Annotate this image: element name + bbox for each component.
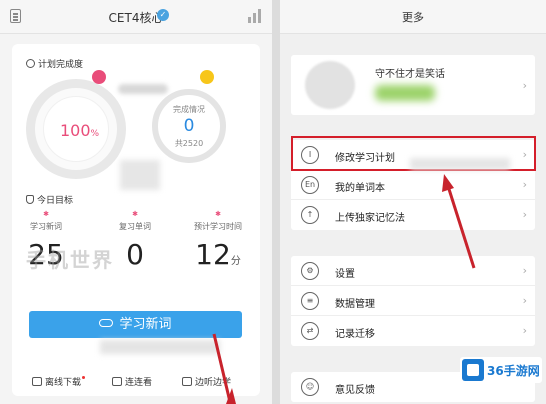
listen-learn-link[interactable]: 边听边学 [182, 375, 231, 388]
menu-group-settings: ⚙ 设置 › ≡ 数据管理 › ⇄ 记录迁移 › [291, 256, 535, 346]
verified-icon: ✓ [157, 9, 169, 21]
chevron-right-icon: › [522, 264, 527, 277]
completion-label: 完成情况 [173, 105, 205, 114]
book-title[interactable]: CET4核心 [0, 9, 272, 26]
blurred-area [120, 160, 160, 190]
completion-value: 0 [183, 116, 195, 136]
profile-card[interactable]: 守不住才是笑话 › [291, 55, 535, 115]
blurred-area [410, 158, 510, 170]
completion-marker [200, 70, 214, 84]
today-goal-label: 今日目标 [26, 193, 73, 206]
chevron-right-icon: › [522, 294, 527, 307]
menu-item-settings[interactable]: ⚙ 设置 › [291, 256, 535, 286]
offline-download-link[interactable]: 离线下载 [32, 375, 86, 388]
chevron-right-icon: › [522, 79, 527, 92]
learn-new-words-button[interactable]: 学习新词 [29, 311, 242, 338]
upload-icon: ↑ [301, 206, 319, 224]
wordbook-icon: En [301, 176, 319, 194]
plan-progress-label: 计划完成度 [26, 57, 83, 70]
statistics-icon[interactable] [248, 9, 262, 23]
page-title: 更多 [402, 11, 424, 24]
settings-icon: ⚙ [301, 262, 319, 280]
plan-percent: 100% [60, 121, 100, 140]
infinity-icon [99, 319, 114, 327]
headphones-icon [182, 377, 192, 386]
feedback-icon: ☺ [301, 378, 319, 396]
pie-icon [26, 59, 35, 68]
top-bar: CET4核心 ✓ [0, 0, 272, 34]
study-screen: CET4核心 ✓ 计划完成度 100% 完成情况 0 共2520 今日目标 ✱ … [0, 0, 272, 404]
top-bar: 更多 [280, 0, 546, 34]
target-icon [26, 195, 34, 204]
chevron-right-icon: › [522, 208, 527, 221]
more-screen: 更多 守不住才是笑话 › Ⅰ 修改学习计划 › En 我的单词本 › ↑ 上传独… [280, 0, 546, 404]
menu-item-upload-mnemonic[interactable]: ↑ 上传独家记忆法 › [291, 200, 535, 230]
user-motto: 守不住才是笑话 [375, 69, 445, 80]
progress-marker [92, 70, 106, 84]
chevron-right-icon: › [522, 178, 527, 191]
blurred-area [100, 340, 220, 354]
match-game-link[interactable]: 连连看 [112, 375, 152, 388]
data-icon: ≡ [301, 292, 319, 310]
watermark: 手机世界 [26, 248, 114, 272]
completion-total: 共2520 [174, 139, 204, 148]
menu-item-wordbook[interactable]: En 我的单词本 › [291, 170, 535, 200]
avatar [305, 61, 355, 109]
stat-study-time: ✱ 预计学习时间 12分 [194, 210, 242, 271]
menu-item-data-management[interactable]: ≡ 数据管理 › [291, 286, 535, 316]
blurred-area [118, 84, 168, 94]
chevron-right-icon: › [522, 324, 527, 337]
download-icon [32, 377, 42, 386]
site-logo: 36手游网 [460, 357, 542, 383]
blurred-area [375, 85, 435, 101]
logo-icon [462, 359, 484, 381]
gamepad-icon [112, 377, 122, 386]
menu-item-record-migration[interactable]: ⇄ 记录迁移 › [291, 316, 535, 346]
migrate-icon: ⇄ [301, 322, 319, 340]
